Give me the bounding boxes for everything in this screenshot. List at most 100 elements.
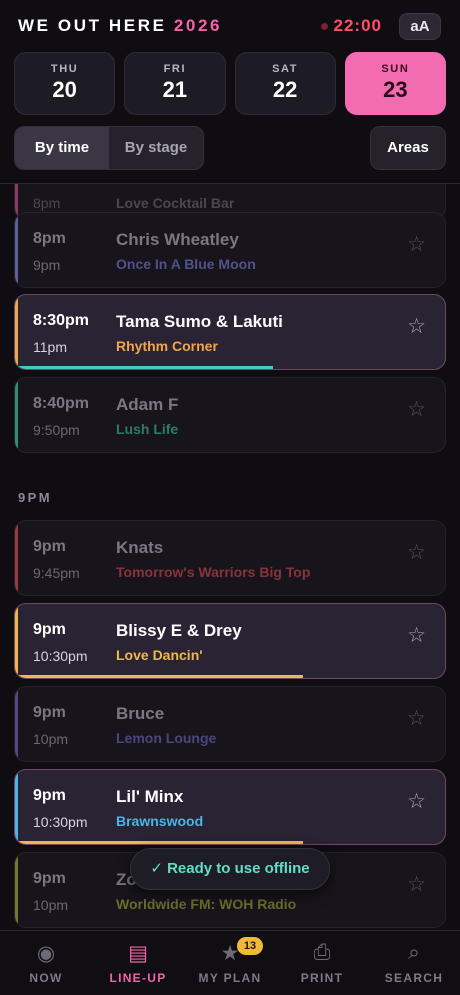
start-time: 9pm: [33, 621, 66, 638]
tab-lineup[interactable]: ▤ LINE-UP: [92, 931, 184, 995]
day-date: 21: [162, 77, 188, 102]
start-time: 8:30pm: [33, 312, 90, 329]
time-section-header: 9PM: [18, 490, 52, 505]
day-date: 22: [272, 77, 298, 102]
by-stage-button[interactable]: By stage: [109, 127, 203, 169]
artist-name: Lil' Minx: [116, 787, 184, 806]
day-tab-fri[interactable]: FRI 21: [124, 52, 226, 115]
end-time: 10pm: [33, 897, 69, 913]
lineup-icon: ▤: [128, 942, 148, 965]
print-icon: ⎙: [313, 941, 331, 964]
list-item[interactable]: 8:40pm 9:50pm Adam F Lush Life ☆: [14, 377, 446, 453]
stage-name: Once In A Blue Moon: [116, 256, 256, 272]
progress-bar: [15, 366, 273, 369]
stage-color-bar: [15, 213, 18, 287]
current-time: 22:00: [333, 16, 382, 35]
start-time: 9pm: [33, 538, 66, 555]
list-item[interactable]: 8pm 9pm Chris Wheatley Once In A Blue Mo…: [14, 212, 446, 288]
tab-label: NOW: [29, 971, 63, 985]
star-icon[interactable]: ☆: [407, 706, 426, 731]
stage-name: Tomorrow's Warriors Big Top: [116, 564, 311, 580]
progress-bar: [15, 841, 304, 844]
list-item[interactable]: 8:30pm 11pm Tama Sumo & Lakuti Rhythm Co…: [14, 294, 446, 370]
tab-my-plan[interactable]: ★ 13 MY PLAN: [184, 931, 276, 995]
areas-button[interactable]: Areas: [370, 126, 446, 170]
tab-now[interactable]: ◉ NOW: [0, 931, 92, 995]
end-time: 9pm: [33, 257, 61, 273]
end-time: 10pm: [33, 731, 69, 747]
start-time: 9pm: [33, 870, 66, 887]
star-icon[interactable]: ☆: [407, 314, 426, 339]
tab-label: MY PLAN: [198, 971, 262, 985]
stage-name: Lush Life: [116, 421, 179, 437]
stage-color-bar: [15, 853, 18, 927]
stage-color-bar: [15, 295, 18, 369]
plan-count-badge: 13: [237, 937, 263, 955]
text-size-button[interactable]: aA: [399, 13, 441, 40]
search-icon: ⌕: [408, 941, 420, 964]
brand-name: WE OUT HERE: [18, 16, 167, 35]
star-icon[interactable]: ☆: [407, 232, 426, 257]
tab-search[interactable]: ⌕ SEARCH: [368, 931, 460, 995]
star-icon[interactable]: ☆: [407, 623, 426, 648]
offline-toast: ✓ Ready to use offline: [130, 848, 330, 890]
live-dot-icon: [321, 23, 328, 30]
day-date: 20: [52, 77, 77, 102]
start-time: 9pm: [33, 704, 66, 721]
day-selector: THU 20 FRI 21 SAT 22 SUN 23: [14, 52, 446, 115]
by-time-button[interactable]: By time: [15, 127, 109, 169]
festival-brand: WE OUT HERE 2026: [18, 16, 222, 36]
stage-color-bar: [15, 604, 18, 678]
day-date: 23: [383, 77, 408, 102]
artist-name: Bruce: [116, 704, 165, 723]
artist-name: Adam F: [116, 395, 179, 414]
start-time: 8pm: [33, 195, 61, 211]
progress-bar: [15, 675, 304, 678]
tab-print[interactable]: ⎙ PRINT: [276, 931, 368, 995]
stage-name: Love Dancin': [116, 647, 203, 663]
brand-year: 2026: [173, 16, 223, 35]
view-toggle: By time By stage: [14, 126, 204, 170]
tab-label: LINE-UP: [109, 971, 167, 985]
stage-name: Brawnswood: [116, 813, 204, 829]
end-time: 11pm: [33, 339, 67, 355]
day-name: FRI: [163, 63, 187, 75]
day-name: SAT: [272, 63, 299, 75]
day-tab-sat[interactable]: SAT 22: [234, 52, 336, 115]
end-time: 10:30pm: [33, 648, 88, 664]
start-time: 8:40pm: [33, 395, 90, 412]
artist-name: Tama Sumo & Lakuti: [116, 312, 283, 331]
star-icon[interactable]: ☆: [407, 540, 426, 565]
stage-color-bar: [15, 687, 18, 761]
stage-color-bar: [15, 521, 18, 595]
day-name: SUN: [381, 63, 410, 75]
list-item[interactable]: 9pm 9:45pm Knats Tomorrow's Warriors Big…: [14, 520, 446, 596]
start-time: 9pm: [33, 787, 66, 804]
star-icon[interactable]: ☆: [407, 872, 426, 897]
stage-name: Worldwide FM: WOH Radio: [116, 896, 297, 912]
artist-name: Knats: [116, 538, 164, 557]
tab-label: SEARCH: [384, 971, 444, 985]
stage-name: Lemon Lounge: [116, 730, 217, 746]
now-icon: ◉: [36, 942, 56, 965]
day-tab-thu[interactable]: THU 20: [14, 52, 116, 115]
stage-color-bar: [15, 770, 18, 844]
end-time: 10:30pm: [33, 814, 88, 830]
list-item[interactable]: 9pm 10:30pm Blissy E & Drey Love Dancin'…: [14, 603, 446, 679]
star-icon[interactable]: ☆: [407, 789, 426, 814]
list-item[interactable]: 9pm 10:30pm Lil' Minx Brawnswood ☆: [14, 769, 446, 845]
artist-name: Chris Wheatley: [116, 230, 239, 249]
end-time: 9:50pm: [33, 422, 80, 438]
stage-color-bar: [15, 378, 18, 452]
artist-name: Love Cocktail Bar: [116, 195, 235, 211]
end-time: 9:45pm: [33, 565, 80, 581]
star-icon[interactable]: ☆: [407, 397, 426, 422]
artist-name: Blissy E & Drey: [116, 621, 242, 640]
tab-label: PRINT: [300, 971, 344, 985]
day-name: THU: [50, 63, 79, 75]
list-item[interactable]: 9pm 10pm Bruce Lemon Lounge ☆: [14, 686, 446, 762]
app-header: WE OUT HERE 2026 22:00 aA: [0, 0, 460, 52]
bottom-tab-bar: ◉ NOW ▤ LINE-UP ★ 13 MY PLAN ⎙ PRINT ⌕ S…: [0, 930, 460, 995]
lineup-list[interactable]: 8pm Love Cocktail Bar 8pm 9pm Chris Whea…: [0, 184, 460, 930]
day-tab-sun[interactable]: SUN 23: [344, 52, 446, 115]
